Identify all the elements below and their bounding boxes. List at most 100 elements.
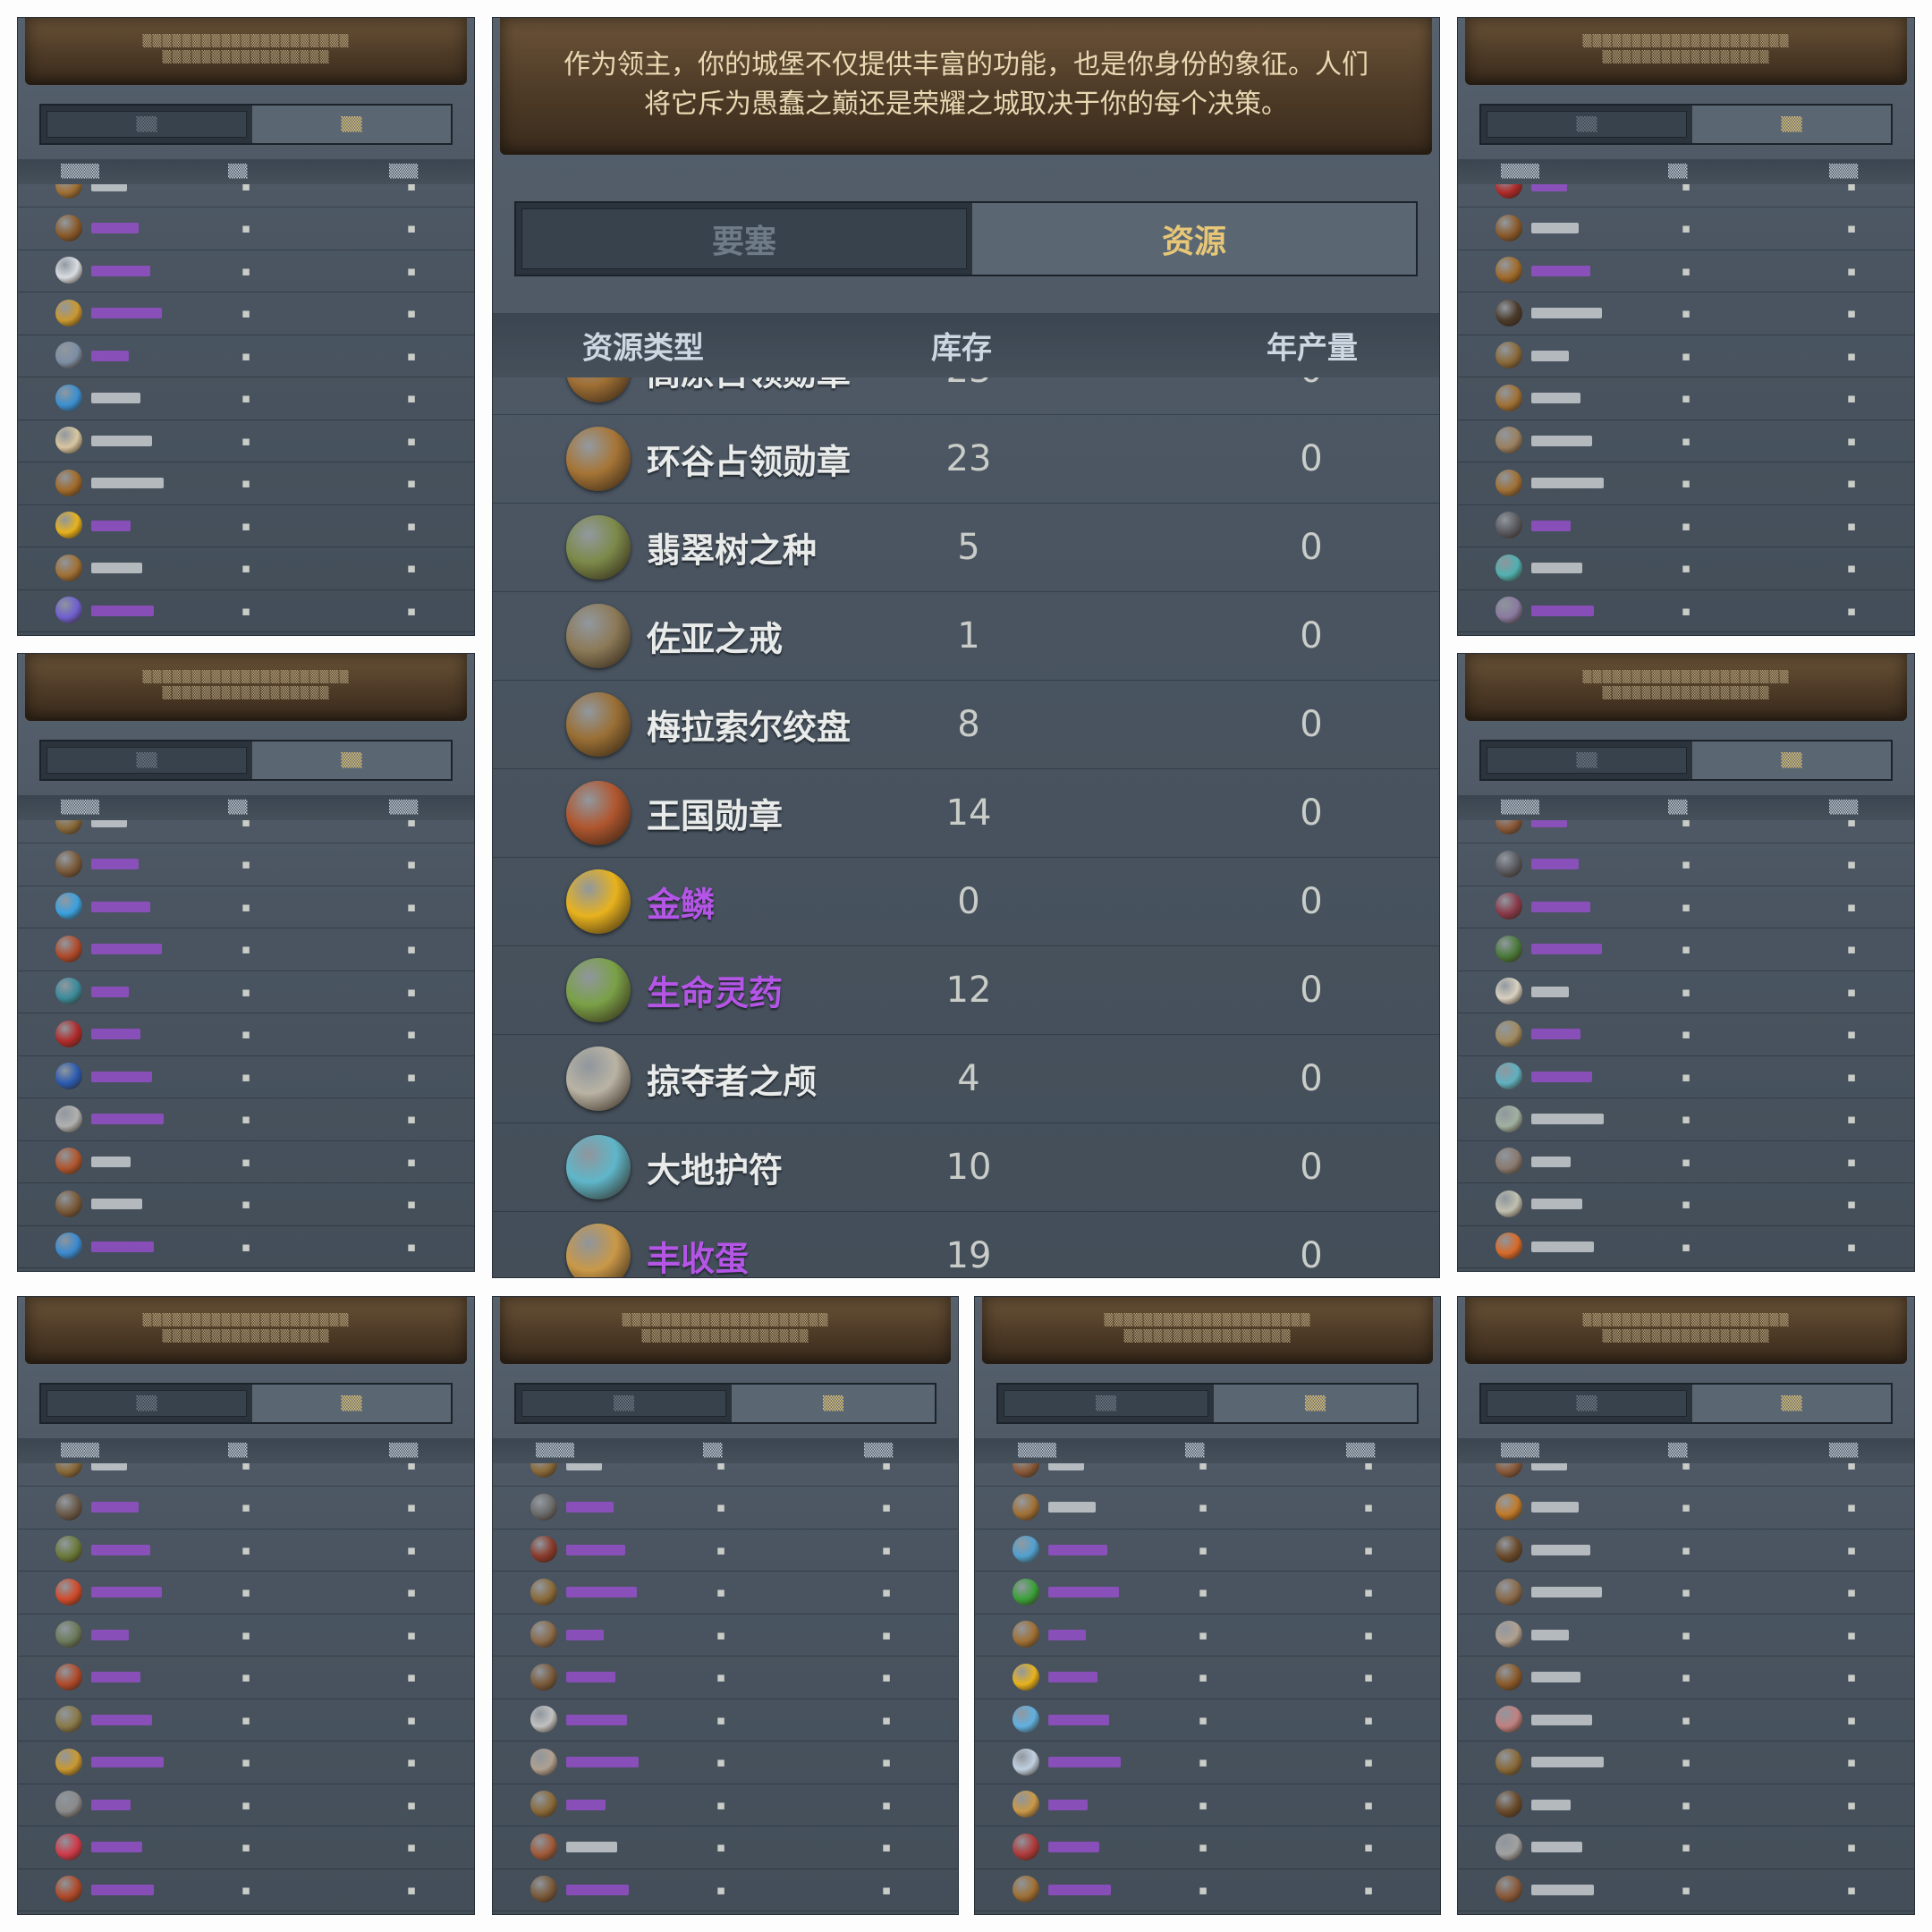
resource-row[interactable]: ▪▪ (1458, 1487, 1914, 1530)
resource-row[interactable]: ▪▪ (1458, 1183, 1914, 1226)
resource-row[interactable]: ▪▪ (1458, 208, 1914, 250)
resource-row[interactable]: ▪▪ (1458, 547, 1914, 590)
resource-row[interactable]: ▪▪ (1458, 184, 1914, 208)
resource-row[interactable]: ▪▪ (1458, 1529, 1914, 1572)
resource-row[interactable]: ▪▪ (18, 820, 474, 843)
resource-row[interactable]: ▪▪ (1458, 1657, 1914, 1699)
resource-row[interactable]: ▪▪ (18, 292, 474, 335)
tab-fortress[interactable]: ▒▒ (1487, 747, 1687, 774)
resource-row[interactable]: ▪▪ (1458, 1868, 1914, 1911)
resource-list[interactable]: ▪ ▪ ▪ ▪ ▪ ▪ ▪ ▪ ▪ ▪ ▪ ▪ ▪ ▪ ▪ ▪ ▪ ▪ ▪ ▪ ▪ ▪ (493, 1463, 958, 1914)
resource-row[interactable]: ▪▪ (493, 1463, 958, 1487)
resource-row[interactable]: ▪▪ (975, 1784, 1440, 1826)
resource-row[interactable]: ▪▪ (1458, 1098, 1914, 1141)
resource-row[interactable]: ▪▪ (1458, 292, 1914, 335)
resource-row[interactable]: ▪▪ (18, 1868, 474, 1911)
tab-resources[interactable]: ▒▒ (1692, 106, 1891, 143)
resource-row[interactable]: ▪▪ (493, 1741, 958, 1784)
resource-row[interactable]: ▪▪ (1458, 335, 1914, 377)
resource-row[interactable]: ▪▪ (493, 1826, 958, 1869)
resource-row[interactable]: ▪▪ (1458, 462, 1914, 505)
resource-row[interactable]: ▪▪ (18, 184, 474, 208)
tab-fortress[interactable]: 要塞 (521, 208, 967, 269)
resource-row[interactable]: 大地护符 10 0 (493, 1123, 1439, 1212)
resource-row[interactable]: ▪▪ (18, 886, 474, 928)
resource-row[interactable]: ▪▪ (1458, 1614, 1914, 1657)
resource-row[interactable]: 王国勋章 14 0 (493, 768, 1439, 858)
resource-row[interactable]: ▪▪ (1458, 250, 1914, 292)
resource-row[interactable]: 佐亚之戒 1 0 (493, 591, 1439, 681)
resource-row[interactable]: ▪▪ (18, 1614, 474, 1657)
resource-row[interactable]: ▪▪ (975, 1657, 1440, 1699)
resource-row[interactable]: 翡翠树之种 5 0 (493, 503, 1439, 592)
resource-row[interactable]: ▪▪ (493, 1699, 958, 1741)
resource-row[interactable]: ▪▪ (18, 1784, 474, 1826)
resource-row[interactable]: 金鳞 0 0 (493, 857, 1439, 946)
resource-row[interactable]: ▪▪ (1458, 504, 1914, 547)
resource-row[interactable]: ▪▪ (975, 1487, 1440, 1530)
tab-fortress[interactable]: ▒▒ (1487, 1390, 1687, 1417)
resource-row[interactable]: ▪▪ (493, 1868, 958, 1911)
resource-row[interactable]: ▪▪ (493, 1529, 958, 1572)
resource-row[interactable]: ▪▪ (18, 1225, 474, 1268)
resource-row[interactable]: ▪▪ (18, 377, 474, 420)
resource-row[interactable]: ▪▪ (975, 1572, 1440, 1614)
resource-row[interactable]: ▪▪ (493, 1784, 958, 1826)
resource-row[interactable]: ▪▪ (975, 1868, 1440, 1911)
resource-list[interactable]: ▪ ▪ ▪ ▪ ▪ ▪ ▪ ▪ ▪ ▪ ▪ ▪ ▪ ▪ ▪ ▪ ▪ ▪ ▪ ▪ ▪ ▪ (18, 1463, 474, 1914)
resource-row[interactable]: ▪▪ (18, 1572, 474, 1614)
resource-row[interactable]: ▪▪ (493, 1572, 958, 1614)
resource-row[interactable]: 环谷占领勋章 23 0 (493, 414, 1439, 504)
resource-row[interactable]: ▪▪ (493, 1614, 958, 1657)
resource-row[interactable]: ▪▪ (18, 1741, 474, 1784)
resource-row[interactable]: 梅拉索尔绞盘 8 0 (493, 680, 1439, 769)
resource-row[interactable]: ▪▪ (18, 547, 474, 590)
resource-row[interactable]: ▪▪ (18, 1826, 474, 1869)
resource-row[interactable]: ▪▪ (1458, 632, 1914, 636)
resource-row[interactable]: ▪▪ (1458, 1741, 1914, 1784)
resource-row[interactable]: ▪▪ (1458, 886, 1914, 928)
tab-fortress[interactable]: ▒▒ (47, 111, 247, 138)
resource-row[interactable]: ▪▪ (18, 1098, 474, 1141)
resource-row[interactable]: ▪▪ (18, 208, 474, 250)
resource-row[interactable]: ▪▪ (18, 1487, 474, 1530)
resource-row[interactable]: ▪▪ (18, 1013, 474, 1056)
resource-list[interactable]: ▪ ▪ ▪ ▪ ▪ ▪ ▪ ▪ ▪ ▪ ▪ ▪ ▪ ▪ ▪ ▪ ▪ ▪ ▪ ▪ ▪ ▪ (18, 820, 474, 1271)
tab-resources[interactable]: ▒▒ (252, 106, 451, 143)
resource-row[interactable]: ▪▪ (18, 1463, 474, 1487)
tab-fortress[interactable]: ▒▒ (521, 1390, 726, 1417)
tab-resources[interactable]: ▒▒ (1692, 1385, 1891, 1422)
resource-row[interactable]: ▪▪ (18, 462, 474, 505)
resource-list[interactable]: ▪ ▪ ▪ ▪ ▪ ▪ ▪ ▪ ▪ ▪ ▪ ▪ ▪ ▪ ▪ ▪ ▪ ▪ ▪ ▪ ▪ ▪ (1458, 820, 1914, 1271)
resource-row[interactable]: ▪▪ (18, 1657, 474, 1699)
resource-row[interactable]: ▪▪ (18, 1055, 474, 1098)
resource-row[interactable]: 丰收蛋 19 0 (493, 1211, 1439, 1277)
resource-list[interactable]: 高原占领勋章230环谷占领勋章230翡翠树之种50佐亚之戒10梅拉索尔绞盘80王… (493, 377, 1439, 1277)
resource-row[interactable]: ▪▪ (1458, 1140, 1914, 1183)
resource-row[interactable]: ▪▪ (493, 1657, 958, 1699)
tab-fortress[interactable]: ▒▒ (47, 1390, 247, 1417)
tab-resources[interactable]: ▒▒ (252, 1385, 451, 1422)
resource-row[interactable]: ▪▪ (18, 589, 474, 632)
resource-row[interactable]: ▪▪ (975, 1826, 1440, 1869)
resource-list[interactable]: ▪ ▪ ▪ ▪ ▪ ▪ ▪ ▪ ▪ ▪ ▪ ▪ ▪ ▪ ▪ ▪ ▪ ▪ ▪ ▪ ▪ ▪ (18, 184, 474, 635)
tab-fortress[interactable]: ▒▒ (1487, 111, 1687, 138)
resource-row[interactable]: ▪▪ (18, 1529, 474, 1572)
resource-row[interactable]: 高原占领勋章 23 0 (493, 377, 1439, 415)
resource-list[interactable]: ▪▪▪▪▪▪▪▪▪▪▪▪▪▪▪▪▪▪▪▪▪▪▪▪ (1458, 184, 1914, 635)
resource-row[interactable]: ▪▪ (975, 1741, 1440, 1784)
tab-fortress[interactable]: ▒▒ (47, 747, 247, 774)
resource-row[interactable]: ▪▪ (975, 1529, 1440, 1572)
resource-row[interactable]: ▪▪ (1458, 419, 1914, 462)
resource-row[interactable]: ▪▪ (975, 1463, 1440, 1487)
resource-row[interactable]: ▪▪ (493, 1487, 958, 1530)
resource-row[interactable]: ▪▪ (1458, 1826, 1914, 1869)
resource-row[interactable]: ▪▪ (18, 928, 474, 971)
resource-row[interactable]: ▪▪ (975, 1699, 1440, 1741)
tab-fortress[interactable]: ▒▒ (1004, 1390, 1208, 1417)
tab-resources[interactable]: ▒▒ (732, 1385, 935, 1422)
resource-row[interactable]: ▪▪ (18, 504, 474, 547)
resource-row[interactable]: ▪▪ (18, 335, 474, 377)
resource-list[interactable]: ▪ ▪ ▪ ▪ ▪ ▪ ▪ ▪ ▪ ▪ ▪ ▪ ▪ ▪ ▪ ▪ ▪ ▪ ▪ ▪ ▪ ▪ (975, 1463, 1440, 1914)
resource-row[interactable]: ▪▪ (1458, 589, 1914, 632)
